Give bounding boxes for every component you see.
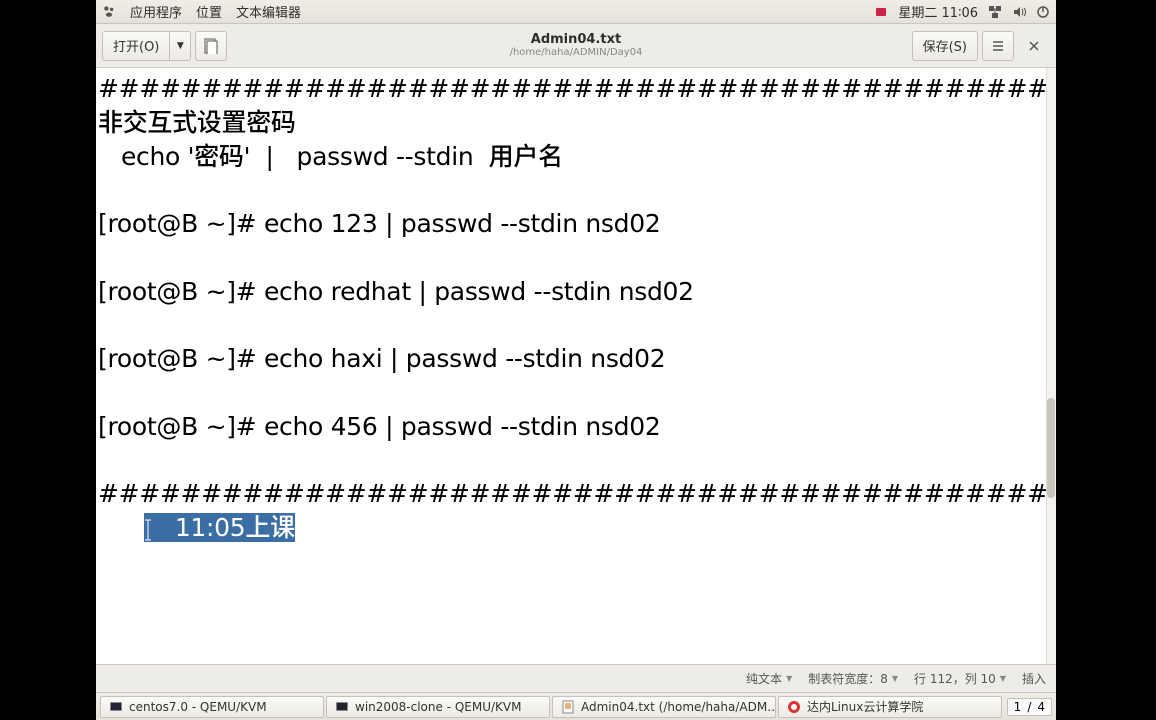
open-recent-dropdown[interactable]: ▼ xyxy=(169,31,191,61)
close-window-button[interactable] xyxy=(1018,31,1050,61)
text-cursor-icon xyxy=(144,518,152,542)
editor-text-area[interactable]: ########################################… xyxy=(96,68,1056,664)
new-document-button[interactable] xyxy=(195,31,227,61)
editor-toolbar: 打开(O) ▼ Admin04.txt /home/haha/ADMIN/Day… xyxy=(96,24,1056,68)
text-content: ########################################… xyxy=(96,68,1056,549)
vm-icon xyxy=(109,700,123,714)
menu-applications[interactable]: 应用程序 xyxy=(130,2,182,21)
hamburger-menu-button[interactable] xyxy=(982,31,1014,61)
insert-mode[interactable]: 插入 xyxy=(1022,670,1046,687)
syntax-mode-selector[interactable]: 纯文本 ▼ xyxy=(746,670,792,687)
gnome-foot-icon xyxy=(102,5,116,19)
tab-width-selector[interactable]: 制表符宽度：8 ▼ xyxy=(808,670,898,687)
task-label: 达内Linux云计算学院 xyxy=(807,698,923,715)
task-vm-centos[interactable]: centos7.0 - QEMU/KVM xyxy=(100,696,324,718)
task-label: centos7.0 - QEMU/KVM xyxy=(129,700,267,714)
volume-icon[interactable] xyxy=(1012,5,1026,19)
menu-current-app[interactable]: 文本编辑器 xyxy=(236,2,301,21)
document-title: Admin04.txt xyxy=(510,33,643,47)
workspace-switcher[interactable]: 1 / 4 xyxy=(1007,698,1052,716)
power-icon[interactable] xyxy=(1036,5,1050,19)
hamburger-icon xyxy=(991,39,1005,53)
open-button-label: 打开(O) xyxy=(113,36,159,55)
chevron-down-icon: ▼ xyxy=(1000,674,1006,683)
task-vm-win2008[interactable]: win2008-clone - QEMU/KVM xyxy=(326,696,550,718)
workspace-total: 4 xyxy=(1037,700,1045,714)
chevron-down-icon: ▼ xyxy=(177,41,184,51)
save-button[interactable]: 保存(S) xyxy=(912,31,978,61)
window-taskbar: centos7.0 - QEMU/KVM win2008-clone - QEM… xyxy=(96,692,1056,720)
task-label: Admin04.txt (/home/haha/ADM… xyxy=(581,700,776,714)
chevron-down-icon: ▼ xyxy=(786,674,792,683)
workspace-current: 1 xyxy=(1014,700,1022,714)
task-gedit-admin04[interactable]: Admin04.txt (/home/haha/ADM… xyxy=(552,696,776,718)
menu-places[interactable]: 位置 xyxy=(196,2,222,21)
selected-text: 11:05上课 xyxy=(144,513,295,542)
close-icon xyxy=(1028,40,1040,52)
task-browser-tarena[interactable]: 达内Linux云计算学院 xyxy=(778,696,1002,718)
open-button[interactable]: 打开(O) xyxy=(102,31,169,61)
save-button-label: 保存(S) xyxy=(923,36,967,55)
chevron-down-icon: ▼ xyxy=(892,674,898,683)
cursor-position-selector[interactable]: 行 112，列 10 ▼ xyxy=(914,670,1006,687)
desktop: 应用程序 位置 文本编辑器 星期二 11∶06 打开(O) xyxy=(96,0,1056,720)
document-path: /home/haha/ADMIN/Day04 xyxy=(510,47,643,58)
new-tab-icon xyxy=(204,38,218,54)
scrollbar-thumb[interactable] xyxy=(1047,398,1055,498)
status-bar: 纯文本 ▼ 制表符宽度：8 ▼ 行 112，列 10 ▼ 插入 xyxy=(96,664,1056,692)
title-area: Admin04.txt /home/haha/ADMIN/Day04 xyxy=(510,33,643,58)
text-editor-icon xyxy=(561,700,575,714)
clock[interactable]: 星期二 11∶06 xyxy=(898,2,978,21)
gnome-top-bar: 应用程序 位置 文本编辑器 星期二 11∶06 xyxy=(96,0,1056,24)
open-button-group: 打开(O) ▼ xyxy=(102,31,191,61)
network-icon[interactable] xyxy=(988,5,1002,19)
task-label: win2008-clone - QEMU/KVM xyxy=(355,700,521,714)
vertical-scrollbar[interactable] xyxy=(1046,68,1056,664)
web-icon xyxy=(787,700,801,714)
vm-icon xyxy=(335,700,349,714)
notification-icon[interactable] xyxy=(874,5,888,19)
